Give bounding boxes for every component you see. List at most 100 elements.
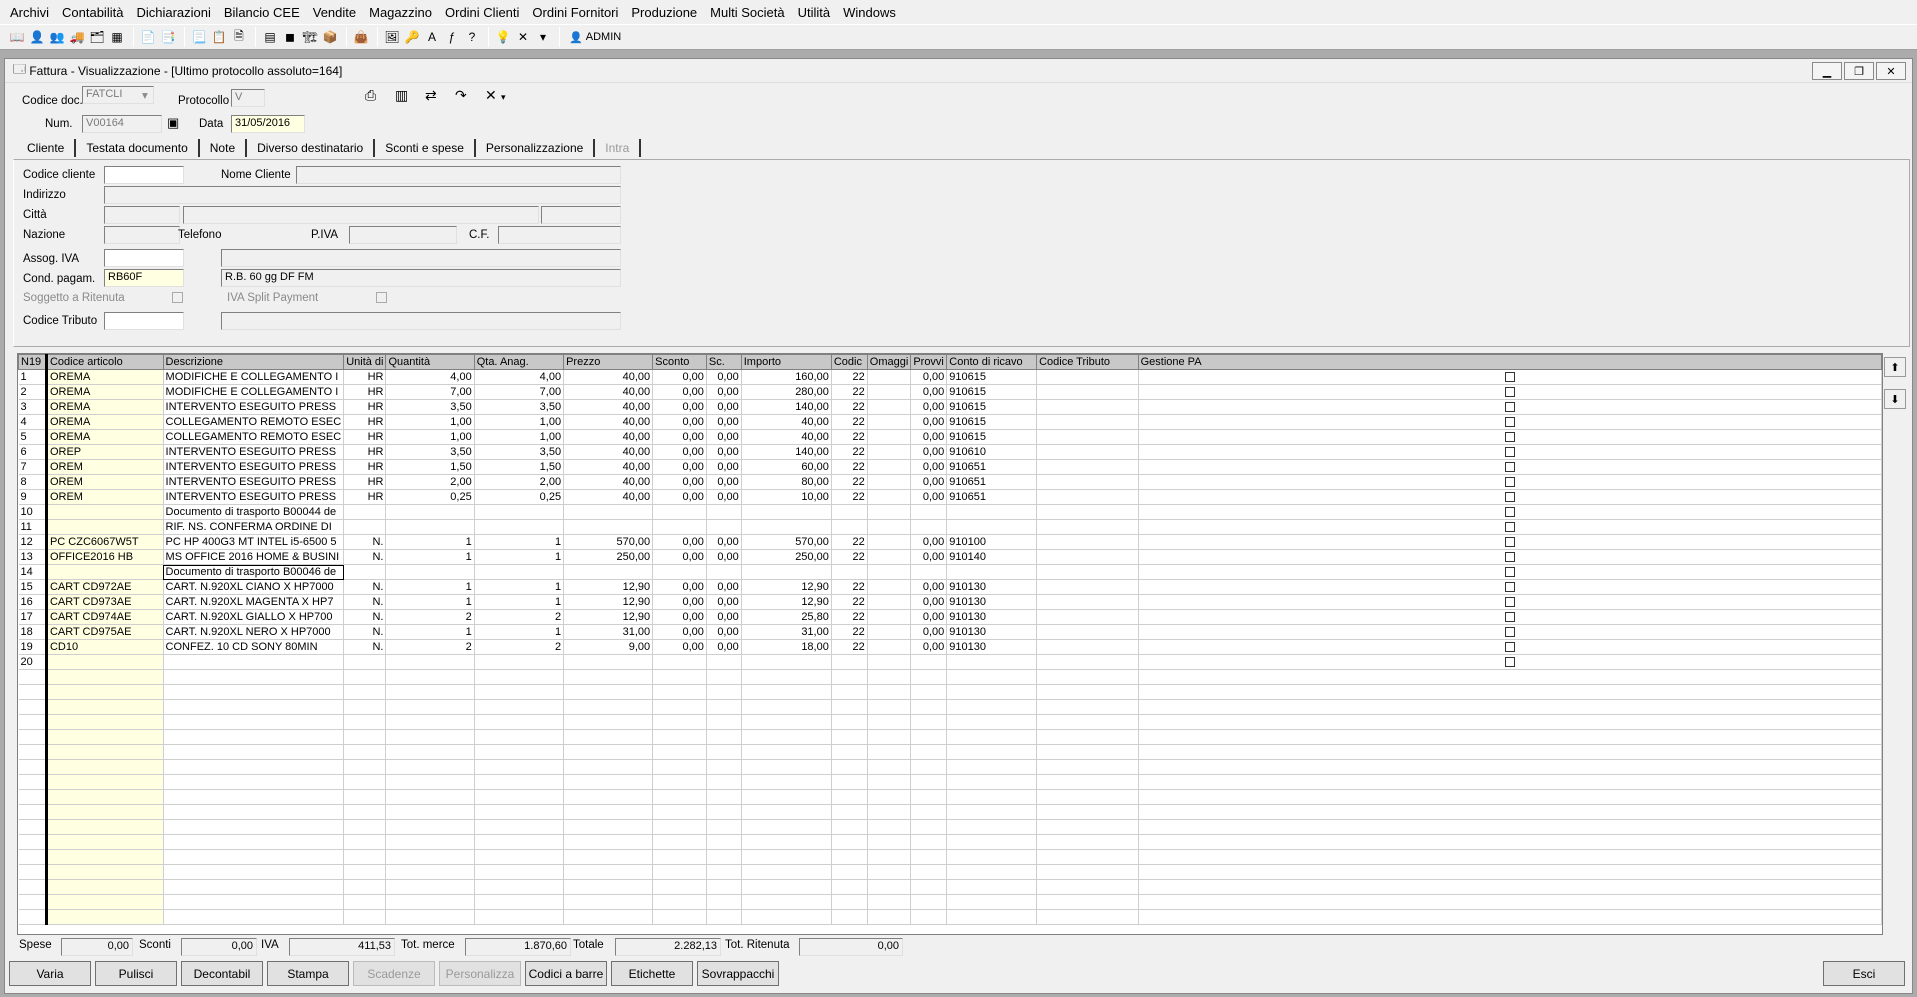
protocollo-field[interactable]: V [231, 89, 265, 107]
table-cell[interactable]: OREM [46, 459, 164, 475]
table-cell[interactable]: 10 [18, 504, 48, 520]
table-row[interactable] [18, 864, 1882, 880]
table-cell[interactable] [652, 699, 707, 715]
table-cell[interactable] [946, 519, 1038, 535]
table-cell[interactable]: 910651 [946, 474, 1038, 490]
table-cell[interactable]: 0,00 [652, 369, 707, 385]
table-cell[interactable] [1036, 669, 1139, 685]
table-cell[interactable]: 12,90 [741, 594, 832, 610]
table-cell[interactable]: 1,00 [385, 414, 475, 430]
table-cell[interactable] [385, 744, 475, 760]
table-row[interactable]: 6 OREP INTERVENTO ESEGUITO PRESS HR 3,50 3,50… [18, 444, 1882, 460]
table-cell[interactable] [385, 849, 475, 865]
table-cell[interactable] [867, 609, 912, 625]
table-cell[interactable]: 18,00 [741, 639, 832, 655]
gestione-pa-checkbox[interactable] [1504, 567, 1515, 578]
table-cell[interactable] [867, 564, 912, 580]
gestione-pa-checkbox[interactable] [1504, 477, 1515, 488]
table-cell[interactable] [910, 879, 948, 895]
table-cell[interactable]: CART. N.920XL MAGENTA X HP7 [163, 594, 345, 610]
table-cell[interactable] [652, 864, 707, 880]
table-cell[interactable] [1036, 459, 1139, 475]
table-cell[interactable]: 2 [474, 609, 565, 625]
table-row[interactable] [18, 894, 1882, 910]
truck-icon[interactable]: 🚚 [68, 28, 86, 46]
table-cell[interactable]: 7 [18, 459, 48, 475]
move-down-button[interactable]: ⬇ [1884, 389, 1906, 409]
table-row[interactable] [18, 714, 1882, 730]
table-cell[interactable] [1138, 519, 1882, 535]
table-cell[interactable] [18, 819, 48, 835]
table-cell[interactable] [867, 624, 912, 640]
table-cell[interactable]: 1,50 [385, 459, 475, 475]
table-cell[interactable] [652, 774, 707, 790]
table-cell[interactable] [831, 909, 868, 925]
user-badge[interactable]: 👤 ADMIN [569, 31, 621, 44]
table-cell[interactable]: 22 [831, 549, 868, 565]
table-cell[interactable] [1036, 489, 1139, 505]
table-cell[interactable] [474, 804, 565, 820]
column-header[interactable]: Omaggi [866, 354, 912, 370]
table-cell[interactable] [46, 729, 164, 745]
table-cell[interactable] [867, 444, 912, 460]
table-cell[interactable] [18, 849, 48, 865]
table-cell[interactable]: OREMA [46, 429, 164, 445]
table-cell[interactable] [1138, 579, 1882, 595]
table-cell[interactable]: 31,00 [741, 624, 832, 640]
table-cell[interactable] [1138, 564, 1882, 580]
table-cell[interactable] [46, 684, 164, 700]
table-cell[interactable]: 16 [18, 594, 48, 610]
table-cell[interactable] [741, 819, 832, 835]
table-cell[interactable]: 4 [18, 414, 48, 430]
table-cell[interactable]: 22 [831, 369, 868, 385]
table-cell[interactable]: 1 [385, 549, 475, 565]
table-row[interactable] [18, 804, 1882, 820]
bulb-icon[interactable]: 💡 [494, 28, 512, 46]
table-cell[interactable]: 15 [18, 579, 48, 595]
table-cell[interactable]: 3,50 [474, 399, 565, 415]
table-cell[interactable] [343, 789, 387, 805]
table-cell[interactable]: 1,00 [474, 414, 565, 430]
table-cell[interactable] [1036, 384, 1139, 400]
table-cell[interactable] [867, 834, 912, 850]
table-cell[interactable] [741, 849, 832, 865]
codice-cliente-field[interactable] [104, 166, 184, 184]
table-row[interactable]: 18 CART CD975AE CART. N.920XL NERO X HP700… [18, 624, 1882, 640]
table-cell[interactable]: 3 [18, 399, 48, 415]
table-cell[interactable] [910, 759, 948, 775]
table-cell[interactable] [343, 504, 387, 520]
table-row[interactable]: 8 OREM INTERVENTO ESEGUITO PRESS HR 2,00 2,00… [18, 474, 1882, 490]
table-cell[interactable] [18, 714, 48, 730]
table-cell[interactable] [946, 564, 1038, 580]
table-cell[interactable]: 40,00 [563, 459, 654, 475]
dropdown-arrow-icon[interactable]: ▾ [501, 92, 506, 103]
table-cell[interactable] [1138, 624, 1882, 640]
table-cell[interactable]: 140,00 [741, 444, 832, 460]
bag-icon[interactable]: 👜 [352, 28, 370, 46]
table-cell[interactable]: 22 [831, 579, 868, 595]
table-cell[interactable]: OREM [46, 489, 164, 505]
tab-cliente[interactable]: Cliente [17, 139, 77, 157]
table-cell[interactable] [946, 759, 1038, 775]
menu-item-produzione[interactable]: Produzione [631, 5, 697, 20]
table-cell[interactable] [946, 849, 1038, 865]
table-cell[interactable] [652, 894, 707, 910]
table-cell[interactable] [946, 669, 1038, 685]
table-cell[interactable] [910, 804, 948, 820]
table-cell[interactable] [563, 564, 654, 580]
table-cell[interactable] [831, 804, 868, 820]
table-cell[interactable]: N. [343, 609, 387, 625]
table-cell[interactable] [1036, 549, 1139, 565]
table-cell[interactable]: 13 [18, 549, 48, 565]
table-cell[interactable]: HR [343, 429, 387, 445]
table-cell[interactable] [1138, 594, 1882, 610]
table-cell[interactable] [385, 819, 475, 835]
table-cell[interactable]: INTERVENTO ESEGUITO PRESS [163, 474, 345, 490]
citta-field[interactable] [183, 206, 539, 224]
table-cell[interactable] [1138, 759, 1882, 775]
table-cell[interactable]: INTERVENTO ESEGUITO PRESS [163, 459, 345, 475]
table-cell[interactable]: 250,00 [563, 549, 654, 565]
table-cell[interactable] [163, 684, 345, 700]
table-row[interactable]: 3 OREMA INTERVENTO ESEGUITO PRESS HR 3,50 3,5… [18, 399, 1882, 415]
table-cell[interactable] [910, 789, 948, 805]
